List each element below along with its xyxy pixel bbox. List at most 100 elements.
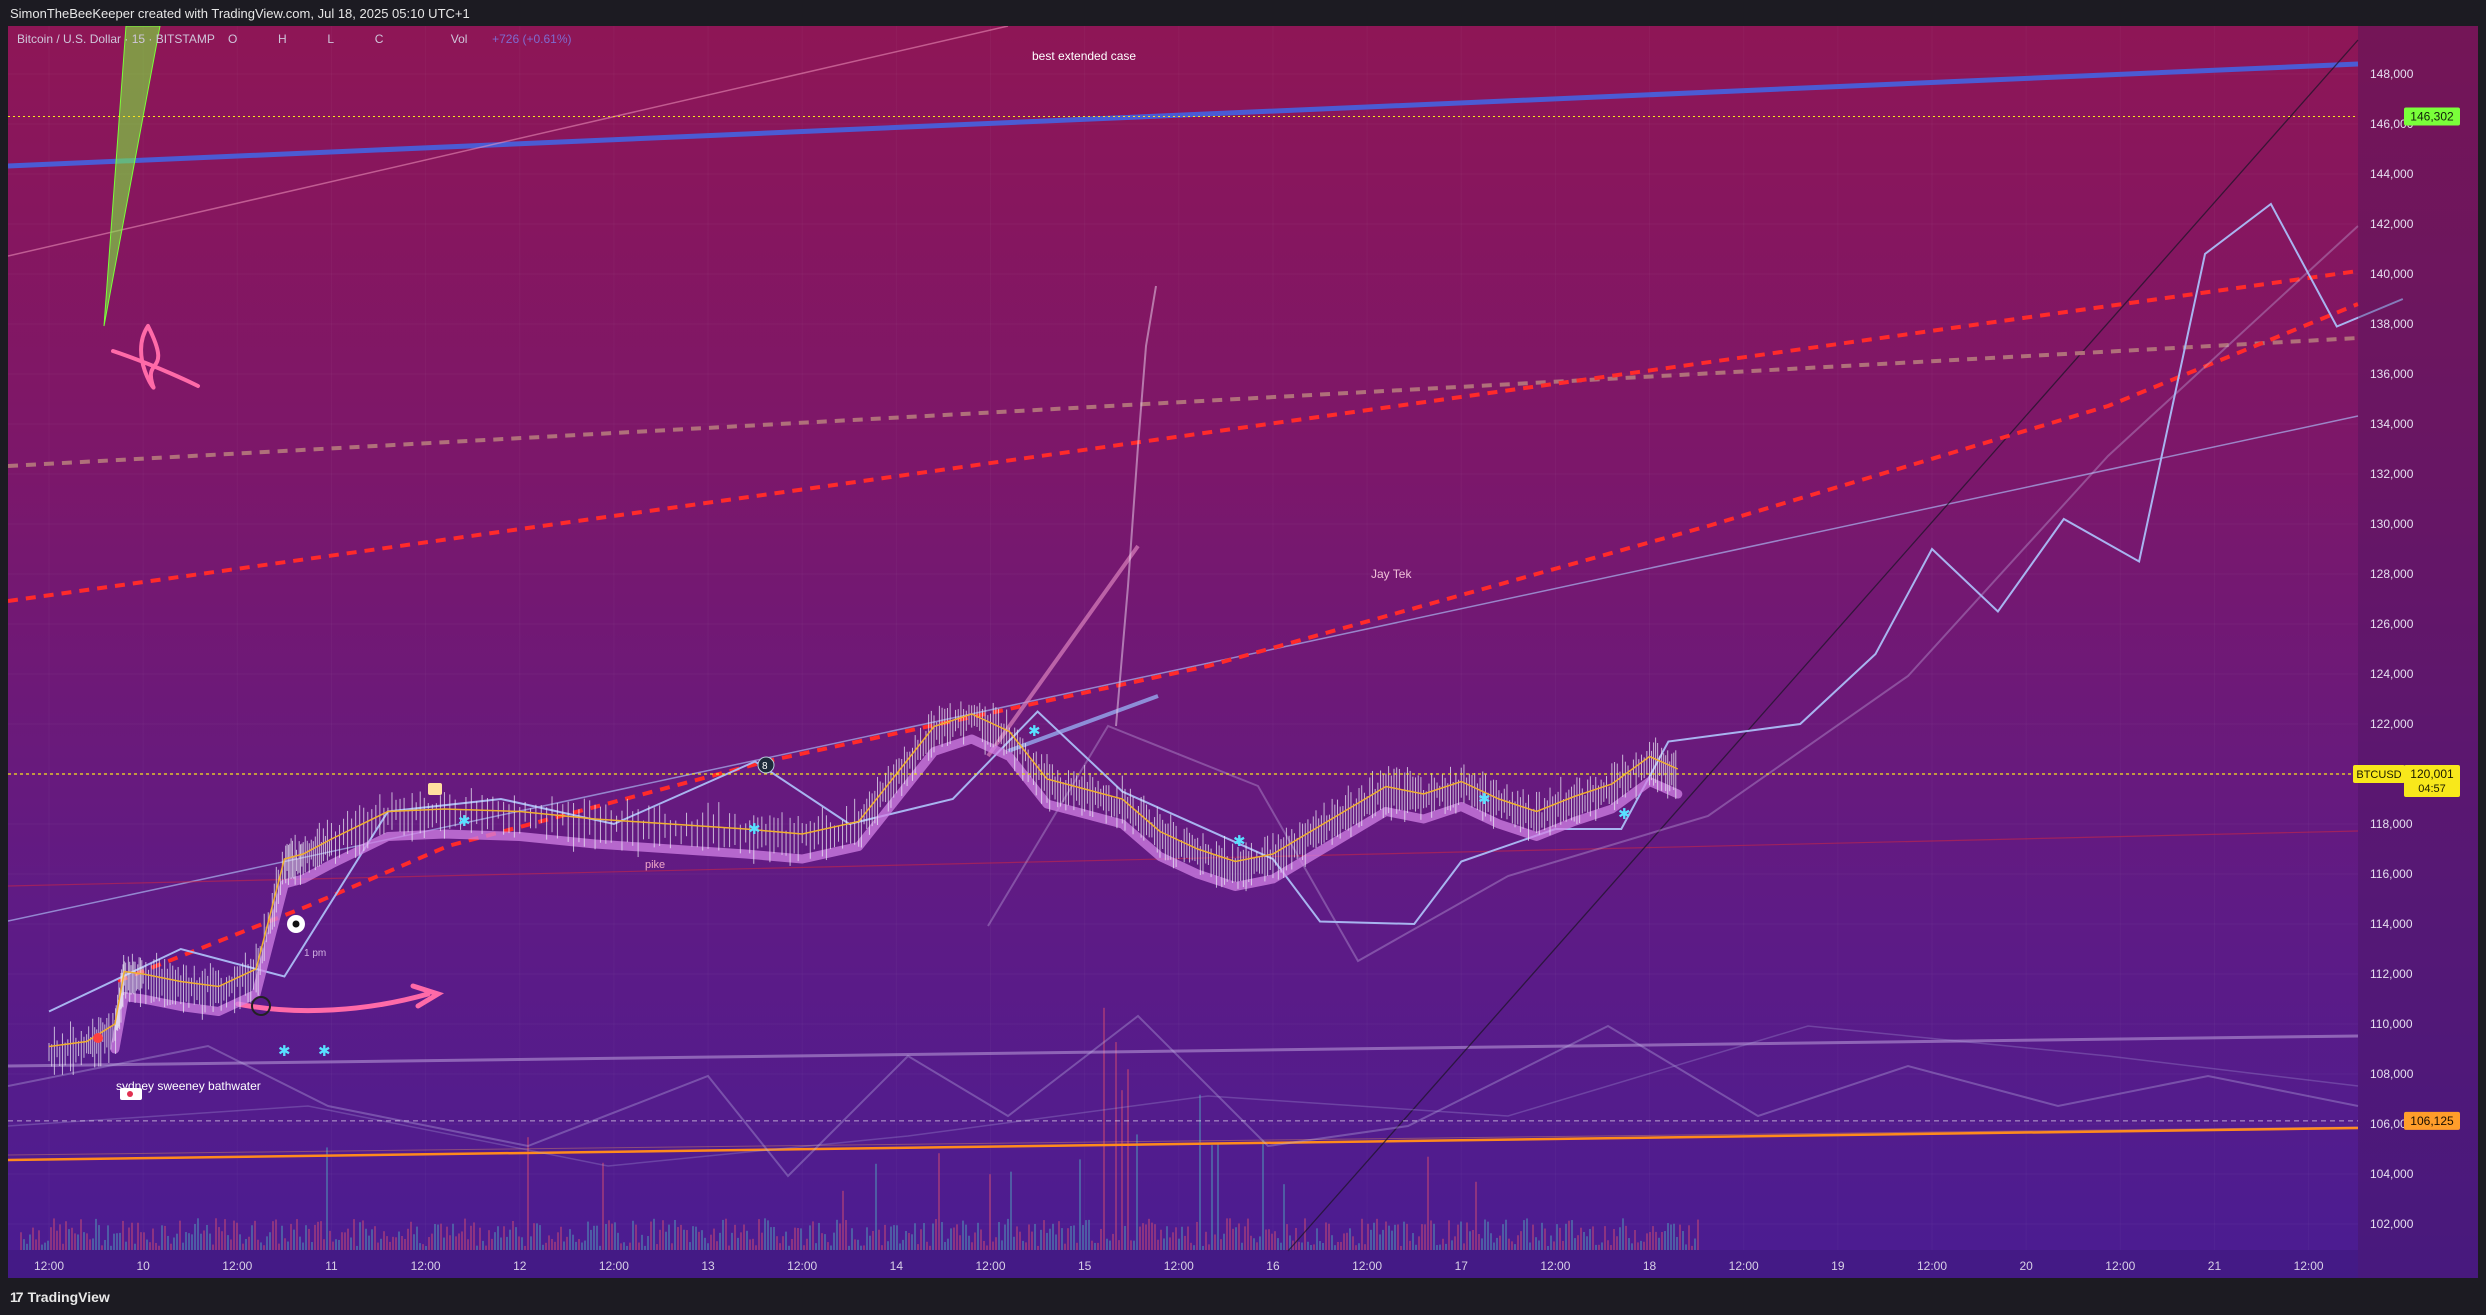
volume-bar [224,1219,226,1250]
volume-bar [362,1220,364,1250]
volume-bar [1382,1229,1384,1250]
volume-bar [596,1225,598,1250]
volume-bar [455,1236,457,1250]
volume-bar [641,1234,643,1250]
volume-bar [398,1231,400,1250]
volume-bar [755,1245,757,1250]
price-scale[interactable] [2358,26,2478,1278]
volume-bar [713,1228,715,1250]
volume-bar [1016,1226,1018,1250]
star-marker-icon: ✱ [1618,805,1631,823]
volume-bar [32,1227,34,1250]
volume-bar [1379,1234,1381,1250]
volume-bar [1160,1229,1162,1250]
volume-bar [500,1237,502,1250]
price-spike [1115,285,1157,727]
price-tick-label: 104,000 [2370,1167,2414,1181]
volume-bar [1214,1234,1216,1250]
volume-bar [302,1242,304,1250]
volume-bar [956,1224,958,1250]
volume-bar [737,1237,739,1250]
tradingview-logo[interactable]: 17 TradingView [10,1289,110,1305]
volume-bar [1385,1221,1387,1250]
volume-bar [938,1153,940,1250]
volume-bar [887,1241,889,1250]
chart-canvas[interactable]: ✱ ✱ ✱ ✱ ✱ ✱ ✱ ✱ 8 best extended case Jay Tek pike sy… [8,26,2478,1278]
symbol-name[interactable]: Bitcoin / U.S. Dollar · 15 · BITSTAMP [17,32,215,46]
footer-bar: 17 TradingView [0,1278,2486,1315]
volume-bar [428,1237,430,1250]
volume-bar [140,1232,142,1250]
volume-bar [308,1228,310,1250]
volume-bar [191,1234,193,1250]
volume-bar [350,1237,352,1250]
volume-bar [581,1242,583,1250]
volume-bar [1391,1230,1393,1250]
volume-bar [893,1225,895,1250]
volume-bar [1397,1224,1399,1250]
volume-bar [1637,1242,1639,1250]
volume-bar [218,1227,220,1250]
volume-bar [353,1219,355,1250]
time-tick-label: 10 [136,1259,150,1273]
volume-bar [617,1232,619,1250]
volume-bar [740,1232,742,1250]
volume-bar [1604,1226,1606,1250]
volume-bar [443,1237,445,1250]
volume-bar [791,1239,793,1250]
volume-bar [1511,1241,1513,1250]
volume-bar [1076,1242,1078,1250]
volume-bar [692,1226,694,1250]
volume-bar [986,1245,988,1250]
volume-bar [71,1227,73,1250]
close-label: C [374,32,384,46]
chart-area[interactable]: ✱ ✱ ✱ ✱ ✱ ✱ ✱ ✱ 8 best extended case Jay Tek pike sy… [8,26,2478,1278]
volume-bar [272,1221,274,1250]
volume-bar [716,1241,718,1250]
time-tick-label: 12:00 [34,1259,64,1273]
volume-bar [179,1220,181,1250]
volume-bar [1286,1224,1288,1250]
volume-bar [197,1218,199,1250]
volume-bar [200,1233,202,1250]
volume-bar [1322,1242,1324,1250]
badge-level-bottom: 106,125 [2410,1114,2454,1128]
volume-bar [1634,1229,1636,1250]
volume-bar [725,1218,727,1250]
volume-bar [425,1245,427,1250]
price-tick-label: 118,000 [2370,817,2413,831]
volume-bar [266,1236,268,1250]
volume-bar [896,1225,898,1250]
volume-bar [1031,1231,1033,1250]
volume-bar [1217,1142,1219,1250]
volume-bar [1571,1220,1573,1250]
volume-bar [212,1244,214,1250]
volume-bar [1586,1236,1588,1250]
volume-bar [1190,1242,1192,1250]
volume-bar [932,1223,934,1250]
volume-bar [278,1243,280,1250]
volume-bar [884,1224,886,1250]
volume-bar [176,1233,178,1250]
volume-bar [26,1243,28,1250]
volume-bar [1418,1236,1420,1250]
green-highlight-wedge [103,26,161,327]
price-tick-label: 122,000 [2370,717,2414,731]
volume-bar [194,1223,196,1250]
volume-bar [1259,1236,1261,1250]
volume-bar [1118,1240,1120,1250]
symbol-legend[interactable]: Bitcoin / U.S. Dollar · 15 · BITSTAMP O … [17,32,572,46]
volume-bar [1556,1224,1558,1250]
volume-bar [899,1243,901,1250]
price-tick-label: 110,000 [2370,1017,2413,1031]
volume-bar [872,1230,874,1250]
volume-bar [539,1225,541,1250]
volume-bar [407,1228,409,1250]
projection-line [48,202,2404,1013]
volume-bar [1142,1223,1144,1250]
volume-bar [1112,1233,1114,1250]
volume-bar [554,1241,556,1250]
volume-bar [1538,1240,1540,1250]
volume-bar [1679,1224,1681,1250]
star-marker-icon: ✱ [1028,722,1041,740]
